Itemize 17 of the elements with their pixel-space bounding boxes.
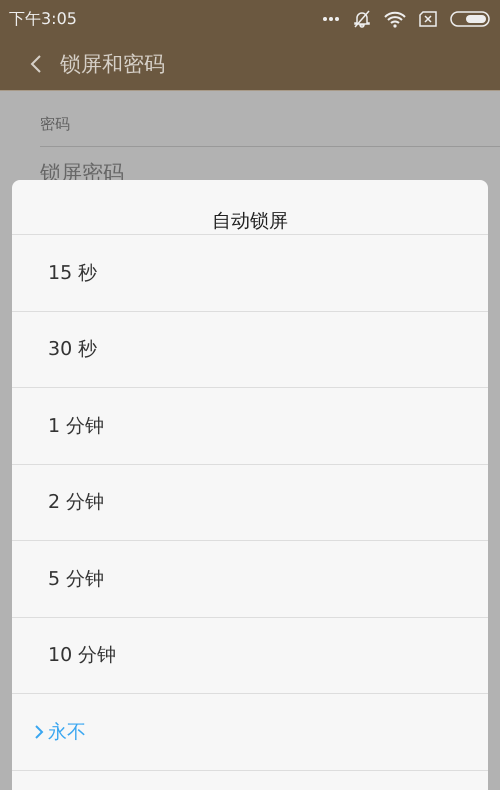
option-item[interactable]: 30 秒 bbox=[12, 312, 488, 388]
option-item[interactable]: 1 分钟 bbox=[12, 388, 488, 464]
wifi-icon bbox=[384, 10, 406, 28]
option-item[interactable]: 5 分钟 bbox=[12, 541, 488, 618]
muted-bell-icon bbox=[352, 9, 372, 29]
more-icon bbox=[322, 16, 340, 22]
no-sim-icon bbox=[418, 11, 438, 27]
option-item[interactable]: 2 分钟 bbox=[12, 464, 488, 541]
app-bar-title: 锁屏和密码 bbox=[60, 51, 165, 78]
battery-icon bbox=[450, 11, 490, 27]
option-item[interactable]: 10 分钟 bbox=[12, 618, 488, 694]
chevron-icon bbox=[34, 725, 44, 739]
dialog-title: 自动锁屏 bbox=[12, 180, 488, 235]
option-item[interactable]: 15 秒 bbox=[12, 235, 488, 312]
back-icon[interactable] bbox=[30, 54, 42, 74]
status-time: 下午3:05 bbox=[9, 8, 77, 30]
section-header: 密码 bbox=[40, 103, 500, 147]
